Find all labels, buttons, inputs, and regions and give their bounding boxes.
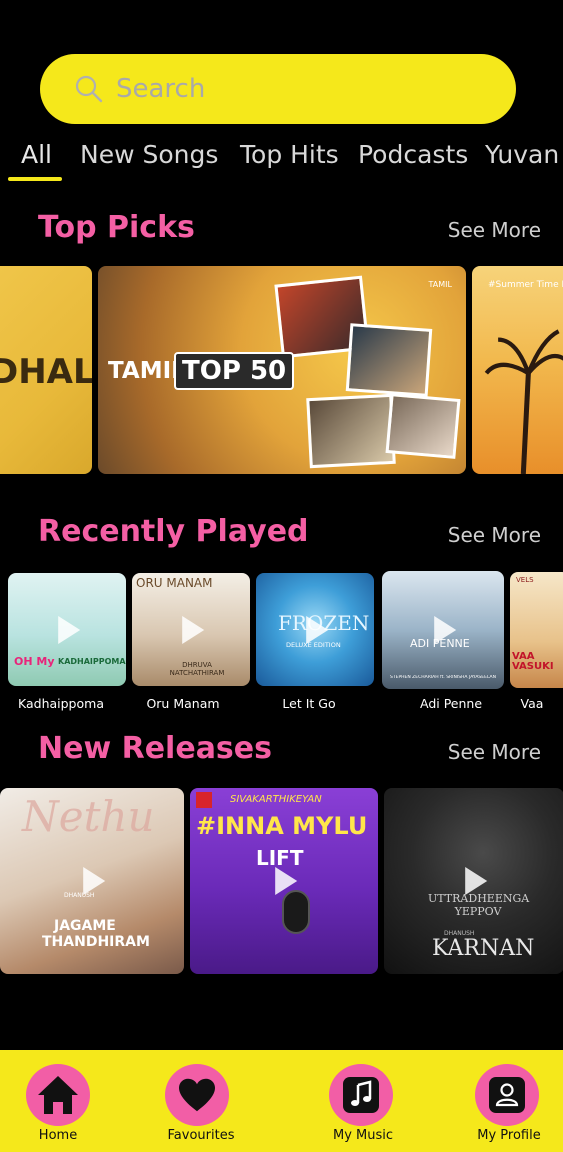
recent-card-oru-manam[interactable]: ORU MANAM DHRUVA NATCHATHIRAM: [132, 573, 250, 686]
tab-yuvan[interactable]: Yuvan: [485, 140, 559, 169]
top-picks-title: Top Picks: [38, 210, 195, 245]
tab-podcasts[interactable]: Podcasts: [358, 140, 468, 169]
new-release-1-art-b: THANDHIRAM: [42, 934, 150, 950]
new-release-1-art-a: JAGAME: [54, 918, 116, 934]
nav-home-label: Home: [38, 1128, 78, 1143]
tab-top-hits[interactable]: Top Hits: [240, 140, 339, 169]
play-icon[interactable]: [182, 615, 205, 644]
play-icon[interactable]: [83, 867, 106, 895]
recent-caption-3: Let It Go: [282, 696, 336, 711]
search-bar[interactable]: [40, 54, 516, 124]
tab-new-songs[interactable]: New Songs: [80, 140, 218, 169]
recent-caption-5: Vaa: [520, 696, 544, 711]
new-release-2-art-b: #INNA MYLU: [196, 812, 368, 840]
nav-my-profile-button[interactable]: [475, 1064, 539, 1126]
play-icon[interactable]: [58, 615, 81, 644]
nav-my-music-button[interactable]: [329, 1064, 393, 1126]
new-release-2-microphone: [282, 890, 310, 934]
recent-card-kadhaippoma[interactable]: OH My KADHAIPPOMA: [8, 573, 126, 686]
recent-card-5-art-a: VAA VASUKI: [512, 651, 554, 672]
nav-favourites-button[interactable]: [165, 1064, 229, 1126]
new-release-card-inna-mylu[interactable]: SIVAKARTHIKEYAN #INNA MYLU LIFT: [190, 788, 378, 974]
new-release-2-red-badge: [196, 792, 212, 808]
recent-card-adi-penne[interactable]: ADI PENNE STEPHEN ZECHARIAH ft. SRINISHA…: [382, 571, 504, 689]
top-pick-card-3-text: #Summer Time H: [488, 280, 563, 290]
top-picks-see-more[interactable]: See More: [448, 218, 541, 242]
recently-played-see-more[interactable]: See More: [448, 523, 541, 547]
recent-card-2-art-a: ORU MANAM: [136, 576, 213, 590]
play-icon[interactable]: [306, 615, 329, 644]
recent-card-let-it-go[interactable]: FROZEN DELUXE EDITION: [256, 573, 374, 686]
category-tabs: All New Songs Top Hits Podcasts Yuvan: [0, 140, 563, 182]
person-icon: [489, 1077, 525, 1113]
recent-card-1-art-b: KADHAIPPOMA: [58, 657, 126, 666]
top-pick-brand-label: TAMIL: [428, 280, 452, 289]
new-release-3-art-b: KARNAN: [432, 936, 535, 961]
recent-card-4-art-b: STEPHEN ZECHARIAH ft. SRINISHA JAYASEELA…: [390, 675, 496, 680]
recent-card-5-art-b: VELS: [516, 576, 534, 584]
new-release-3-art-a: UTTRADHEENGA YEPPOV: [428, 892, 530, 919]
play-icon[interactable]: [434, 616, 457, 644]
search-icon: [75, 75, 103, 103]
recent-card-vaa[interactable]: VELS VAA VASUKI: [510, 572, 563, 688]
heart-icon: [179, 1078, 215, 1112]
top-pick-photo-2: [345, 323, 433, 397]
top-pick-card-1-text: DHAL: [0, 352, 92, 392]
new-release-2-art-a: SIVAKARTHIKEYAN: [230, 794, 322, 805]
tab-all[interactable]: All: [21, 140, 52, 169]
new-release-card-jagame-thandhiram[interactable]: Nethu DHANUSH JAGAME THANDHIRAM: [0, 788, 184, 974]
new-release-card-karnan[interactable]: UTTRADHEENGA YEPPOV DHANUSH KARNAN: [384, 788, 563, 974]
top-pick-card-1[interactable]: DHAL: [0, 266, 92, 474]
recently-played-title: Recently Played: [38, 514, 309, 549]
palm-tree-icon: [484, 329, 563, 474]
recent-caption-1: Kadhaippoma: [18, 696, 104, 711]
recent-caption-4: Adi Penne: [419, 696, 483, 711]
home-icon: [38, 1076, 78, 1114]
top-pick-card-3[interactable]: #Summer Time H: [472, 266, 563, 474]
play-icon[interactable]: [275, 867, 298, 895]
active-tab-indicator: [8, 177, 62, 181]
top-pick-photo-4: [385, 393, 461, 459]
new-releases-see-more[interactable]: See More: [448, 740, 541, 764]
nav-home-button[interactable]: [26, 1064, 90, 1126]
top-pick-card-tamil-top-50[interactable]: TAMIL TAMIL TOP 50: [98, 266, 466, 474]
search-input[interactable]: [116, 74, 476, 104]
bottom-nav: Home Favourites My Music My Profile: [0, 1050, 563, 1152]
new-release-1-art-c: Nethu: [22, 792, 155, 841]
nav-my-music-label: My Music: [332, 1128, 394, 1143]
recent-card-1-art-a: OH My: [14, 655, 55, 668]
new-releases-title: New Releases: [38, 731, 272, 766]
nav-favourites-label: Favourites: [167, 1128, 235, 1143]
recent-card-2-art-b: DHRUVA NATCHATHIRAM: [169, 661, 225, 677]
recent-caption-2: Oru Manam: [146, 696, 220, 711]
top-pick-photo-3: [306, 393, 396, 469]
music-note-icon: [343, 1077, 379, 1113]
play-icon[interactable]: [465, 867, 488, 895]
top-pick-card-2-title-b: TOP 50: [174, 352, 295, 390]
nav-my-profile-label: My Profile: [477, 1128, 541, 1143]
